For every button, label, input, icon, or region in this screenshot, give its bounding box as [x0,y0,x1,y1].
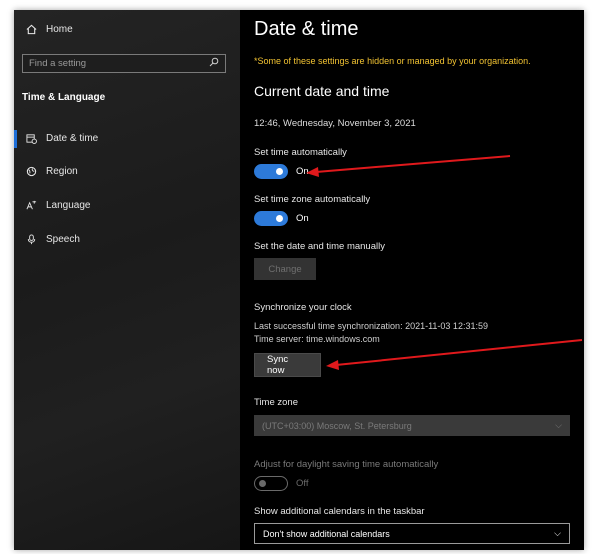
annotation-arrows [306,155,583,370]
annotation-arrow-1 [315,155,511,173]
annotation-arrowhead-2 [326,360,339,370]
settings-window: Home Find a setting Time & Language Date… [14,10,584,550]
annotation-arrow-2 [335,339,583,366]
annotation-arrowhead-1 [306,167,319,177]
